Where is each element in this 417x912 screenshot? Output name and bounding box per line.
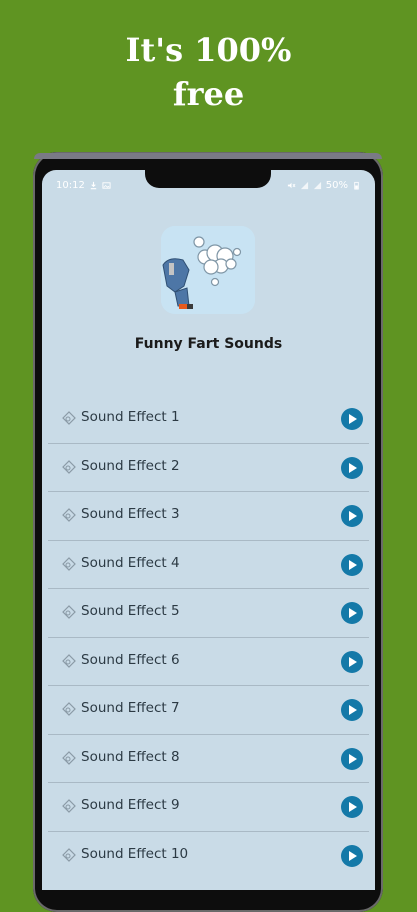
status-right: 50% — [287, 180, 361, 191]
play-icon[interactable] — [341, 553, 363, 576]
sound-list-item[interactable]: Sound Effect 8 — [48, 735, 369, 783]
sound-list-item[interactable]: Sound Effect 2 — [48, 444, 369, 492]
music-note-icon — [62, 411, 76, 425]
sound-list-item[interactable]: Sound Effect 4 — [48, 541, 369, 589]
play-icon[interactable] — [341, 796, 363, 818]
music-note-icon — [62, 653, 76, 668]
play-icon[interactable] — [341, 408, 363, 430]
phone-frame-edge — [34, 153, 382, 159]
music-note-icon — [62, 702, 76, 716]
music-note-icon — [62, 750, 76, 765]
play-icon[interactable] — [341, 747, 363, 770]
app-icon — [161, 226, 255, 314]
music-note-icon — [62, 459, 76, 474]
fart-cartoon-icon — [161, 226, 255, 314]
image-icon — [102, 182, 111, 189]
battery-icon — [354, 181, 359, 190]
status-left: 10:12 — [56, 180, 111, 191]
sound-list-item[interactable]: Sound Effect 1 — [48, 395, 369, 444]
music-note-icon — [62, 799, 76, 813]
sound-label: Sound Effect 2 — [81, 457, 180, 474]
sound-list-item[interactable]: Sound Effect 9 — [48, 783, 369, 832]
sound-label: Sound Effect 5 — [81, 603, 180, 619]
promo-headline: It's 100% free — [0, 28, 417, 116]
signal-icon-2 — [313, 181, 321, 190]
sound-list: Sound Effect 1 Sound Effect 2 Sound Effect… — [48, 395, 369, 879]
music-note-icon — [62, 508, 76, 522]
sound-label: Sound Effect 6 — [81, 651, 180, 668]
sound-label: Sound Effect 3 — [81, 506, 180, 522]
status-time: 10:12 — [56, 180, 85, 191]
play-icon[interactable] — [341, 844, 363, 867]
signal-icon — [300, 181, 308, 190]
play-icon[interactable] — [341, 650, 363, 673]
sound-list-item[interactable]: Sound Effect 10 — [48, 832, 369, 880]
sound-list-item[interactable]: Sound Effect 7 — [48, 686, 369, 735]
mute-icon — [287, 182, 296, 189]
sound-label: Sound Effect 10 — [81, 845, 189, 862]
sound-label: Sound Effect 9 — [81, 797, 180, 813]
app-title: Funny Fart Sounds — [134, 336, 283, 352]
battery-level: 50% — [325, 180, 348, 191]
phone-screen: 10:12 50% Funny Fart Sounds Sound Effect… — [42, 170, 375, 890]
music-note-icon — [62, 556, 76, 571]
sound-label: Sound Effect 8 — [81, 748, 180, 765]
download-icon — [90, 181, 97, 190]
sound-list-item[interactable]: Sound Effect 3 — [48, 492, 369, 541]
sound-label: Sound Effect 1 — [81, 409, 180, 425]
sound-label: Sound Effect 7 — [81, 700, 180, 716]
sound-list-item[interactable]: Sound Effect 5 — [48, 589, 369, 638]
camera-notch — [145, 170, 271, 188]
sound-label: Sound Effect 4 — [81, 554, 180, 571]
play-icon[interactable] — [341, 602, 363, 624]
play-icon[interactable] — [341, 699, 363, 721]
sound-list-item[interactable]: Sound Effect 6 — [48, 638, 369, 686]
promo-headline-line1: It's 100% — [125, 31, 292, 69]
promo-headline-line2: free — [172, 75, 245, 113]
music-note-icon — [62, 847, 76, 862]
play-icon[interactable] — [341, 456, 363, 479]
play-icon[interactable] — [341, 505, 363, 527]
music-note-icon — [62, 605, 76, 619]
